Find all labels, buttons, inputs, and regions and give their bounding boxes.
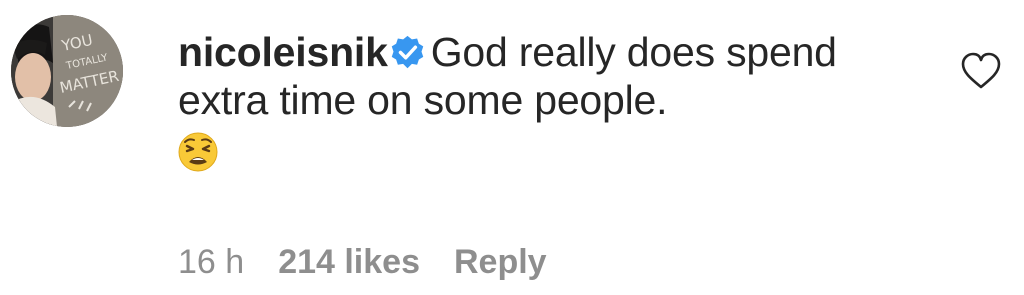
- avatar-photo: YOU TOTALLY MATTER: [11, 15, 123, 127]
- likes-count[interactable]: 214 likes: [278, 243, 420, 281]
- comment-meta: 16 h 214 likes Reply: [178, 240, 581, 284]
- heart-outline-icon[interactable]: [960, 52, 1002, 90]
- comment-username[interactable]: nicoleisnik: [178, 29, 388, 75]
- comment-timestamp[interactable]: 16 h: [178, 243, 244, 281]
- comment-body: nicoleisnik God really does spend extra t…: [178, 28, 898, 172]
- avatar[interactable]: YOU TOTALLY MATTER: [11, 15, 123, 127]
- reply-button[interactable]: Reply: [454, 243, 547, 281]
- verified-badge-icon: [391, 35, 423, 69]
- weary-face-emoji: [178, 132, 218, 172]
